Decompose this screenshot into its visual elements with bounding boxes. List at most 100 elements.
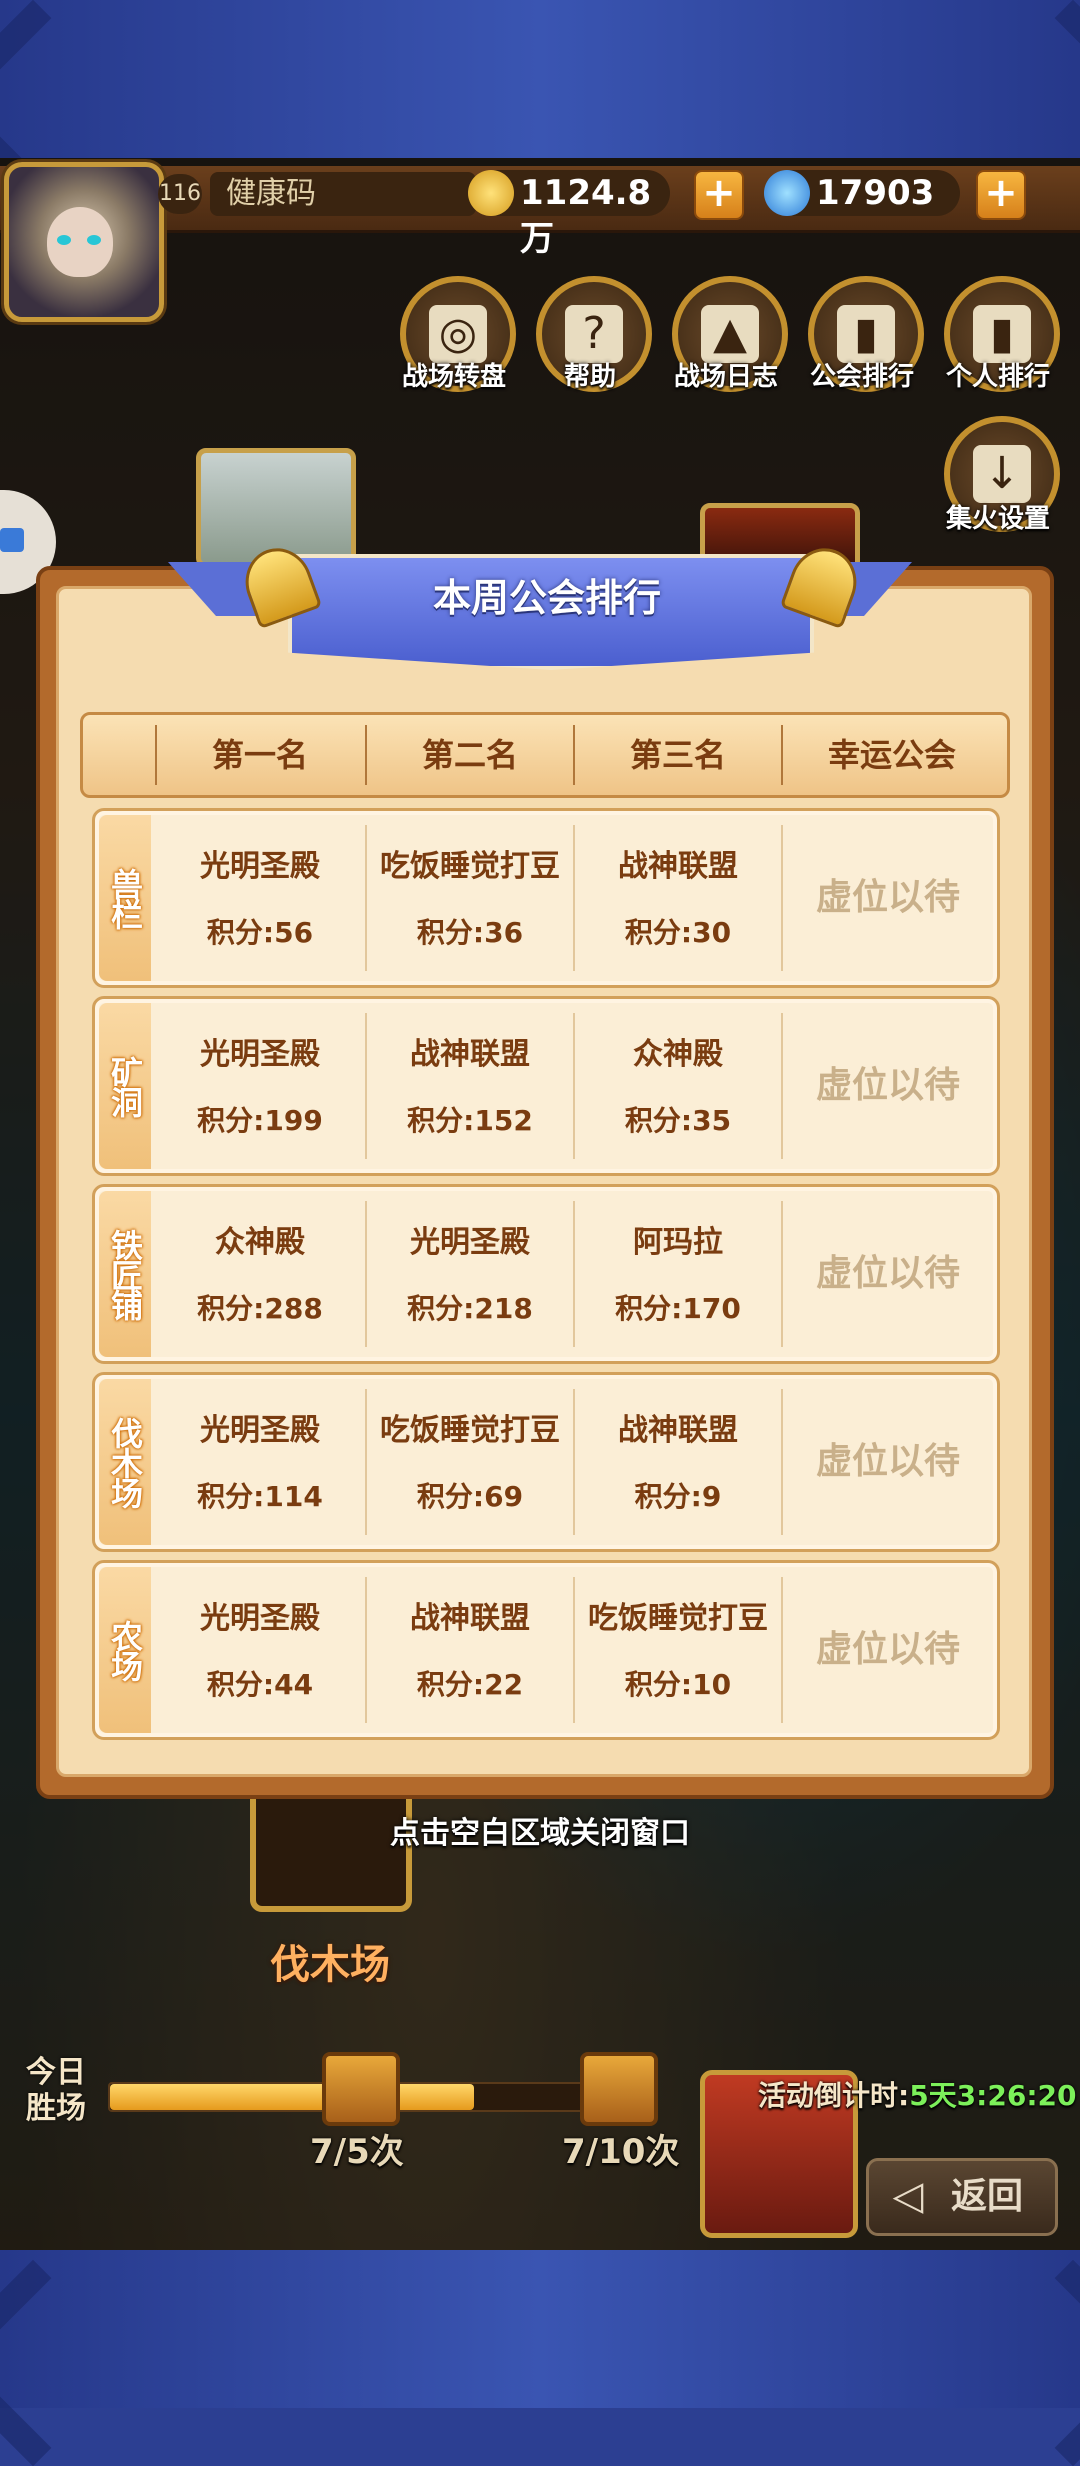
guild-name: 光明圣殿 — [200, 849, 320, 884]
guild-score: 积分:44 — [206, 1668, 314, 1701]
cell-divider — [781, 1577, 783, 1723]
ranking-row: 矿洞 光明圣殿 积分:199 战神联盟 积分:152 众神殿 积分:35 虚位以… — [92, 996, 1000, 1176]
chest-count: 7/5次 — [310, 2132, 404, 2172]
guild-name: 战神联盟 — [410, 1037, 530, 1072]
gold-amount: 1124.8万 — [520, 173, 652, 259]
first-place-cell: 光明圣殿 积分:114 — [157, 1375, 363, 1549]
third-place-cell: 吃饭睡觉打豆 积分:10 — [575, 1563, 781, 1737]
guild-name: 阿玛拉 — [633, 1225, 723, 1260]
gem-icon — [764, 170, 810, 216]
avatar-eye — [87, 235, 101, 245]
player-level: 116 — [158, 174, 202, 214]
category-tab: 伐木场 — [99, 1379, 151, 1545]
second-place-cell: 吃饭睡觉打豆 积分:69 — [367, 1375, 573, 1549]
event-countdown: 活动倒计时:5天3:26:20 — [758, 2074, 1080, 2114]
ranking-row: 铁匠铺 众神殿 积分:288 光明圣殿 积分:218 阿玛拉 积分:170 虚位… — [92, 1184, 1000, 1364]
ranking-row: 伐木场 光明圣殿 积分:114 吃饭睡觉打豆 积分:69 战神联盟 积分:9 虚… — [92, 1372, 1000, 1552]
category-tab: 铁匠铺 — [99, 1191, 151, 1357]
guild-score: 积分:288 — [197, 1292, 323, 1325]
third-place-cell: 阿玛拉 积分:170 — [575, 1187, 781, 1361]
first-place-cell: 光明圣殿 积分:56 — [157, 811, 363, 985]
ranking-row: 兽栏 光明圣殿 积分:56 吃饭睡觉打豆 积分:36 战神联盟 积分:30 虚位… — [92, 808, 1000, 988]
guild-score: 积分:69 — [416, 1480, 524, 1513]
third-place-cell: 战神联盟 积分:30 — [575, 811, 781, 985]
category-tab: 矿洞 — [99, 1003, 151, 1169]
chest-count: 7/10次 — [562, 2132, 680, 2172]
guild-score: 积分:152 — [407, 1104, 533, 1137]
guild-score: 积分:218 — [407, 1292, 533, 1325]
ranking-header: 第一名 第二名 第三名 幸运公会 — [80, 712, 1010, 798]
guild-name: 吃饭睡觉打豆 — [588, 1601, 768, 1636]
guild-score: 积分:35 — [624, 1104, 732, 1137]
category-tab: 兽栏 — [99, 815, 151, 981]
player-name: 健康码 — [210, 172, 476, 216]
header-lucky: 幸运公会 — [827, 736, 956, 774]
lucky-guild-placeholder: 虚位以待 — [815, 877, 960, 918]
gem-counter: 17903 — [764, 170, 960, 216]
category-label: 矿洞 — [106, 1056, 144, 1116]
lucky-guild-placeholder: 虚位以待 — [815, 1629, 960, 1670]
back-button[interactable]: ◁ 返回 — [866, 2158, 1058, 2236]
guild-score: 积分:10 — [624, 1668, 732, 1701]
lucky-guild-placeholder: 虚位以待 — [815, 1065, 960, 1106]
close-hint[interactable]: 点击空白区域关闭窗口 — [0, 1808, 1080, 1852]
add-gold-button[interactable]: + — [694, 170, 744, 220]
category-label: 铁匠铺 — [106, 1229, 144, 1319]
guild-name: 战神联盟 — [618, 849, 738, 884]
guild-name: 战神联盟 — [618, 1413, 738, 1448]
first-place-cell: 众神殿 积分:288 — [157, 1187, 363, 1361]
gem-amount: 17903 — [816, 173, 935, 213]
category-label: 伐木场 — [106, 1417, 144, 1507]
cell-divider — [781, 1389, 783, 1535]
back-arrow-icon: ◁ — [892, 2173, 924, 2219]
guild-name: 战神联盟 — [410, 1601, 530, 1636]
cell-divider — [781, 1013, 783, 1159]
countdown-value: 5天3:26:20 — [909, 2079, 1077, 2112]
cell-divider — [781, 825, 783, 971]
focus-fire-label: 集火设置 — [945, 504, 1050, 534]
second-place-cell: 吃饭睡觉打豆 积分:36 — [367, 811, 573, 985]
header-third: 第三名 — [629, 736, 726, 774]
guild-name: 吃饭睡觉打豆 — [380, 1413, 560, 1448]
guild-name: 光明圣殿 — [200, 1601, 320, 1636]
guild-name: 光明圣殿 — [200, 1413, 320, 1448]
player-avatar[interactable] — [4, 162, 164, 322]
progress-fill — [110, 2084, 474, 2110]
guild-name: 众神殿 — [215, 1225, 305, 1260]
guild-score: 积分:36 — [416, 916, 524, 949]
second-place-cell: 战神联盟 积分:22 — [367, 1563, 573, 1737]
top-decorative-band — [0, 0, 1080, 160]
guild-name: 光明圣殿 — [200, 1037, 320, 1072]
ranking-row: 农场 光明圣殿 积分:44 战神联盟 积分:22 吃饭睡觉打豆 积分:10 虚位… — [92, 1560, 1000, 1740]
today-wins-label: 今日胜场 — [26, 2055, 86, 2126]
guild-score: 积分:170 — [615, 1292, 741, 1325]
second-place-cell: 战神联盟 积分:152 — [367, 999, 573, 1173]
guild-score: 积分:56 — [206, 916, 314, 949]
area-label: 伐木场 — [270, 1942, 390, 1988]
add-gems-button[interactable]: + — [976, 170, 1026, 220]
guild-score: 积分:22 — [416, 1668, 524, 1701]
header-first: 第一名 — [211, 736, 308, 774]
treasure-chest-icon[interactable] — [322, 2052, 400, 2126]
countdown-label: 活动倒计时: — [758, 2079, 910, 2112]
guild-score: 积分:114 — [197, 1480, 323, 1513]
personal-ranking-label: 个人排行 — [945, 362, 1050, 392]
gold-counter: 1124.8万 — [468, 170, 670, 259]
lucky-guild-placeholder: 虚位以待 — [815, 1253, 960, 1294]
first-place-cell: 光明圣殿 积分:44 — [157, 1563, 363, 1737]
cell-divider — [781, 1201, 783, 1347]
category-label: 农场 — [106, 1620, 144, 1680]
first-place-cell: 光明圣殿 积分:199 — [157, 999, 363, 1173]
guild-score: 积分:9 — [634, 1480, 722, 1513]
modal-title: 本周公会排行 — [432, 576, 661, 620]
third-place-cell: 众神殿 积分:35 — [575, 999, 781, 1173]
bottom-decorative-band — [0, 2250, 1080, 2408]
avatar-eye — [57, 235, 71, 245]
back-label: 返回 — [951, 2176, 1024, 2217]
guild-score: 积分:30 — [624, 916, 732, 949]
category-tab: 农场 — [99, 1567, 151, 1733]
category-label: 兽栏 — [106, 868, 144, 928]
guild-name: 众神殿 — [633, 1037, 723, 1072]
treasure-chest-icon[interactable] — [580, 2052, 658, 2126]
lucky-guild-placeholder: 虚位以待 — [815, 1441, 960, 1482]
